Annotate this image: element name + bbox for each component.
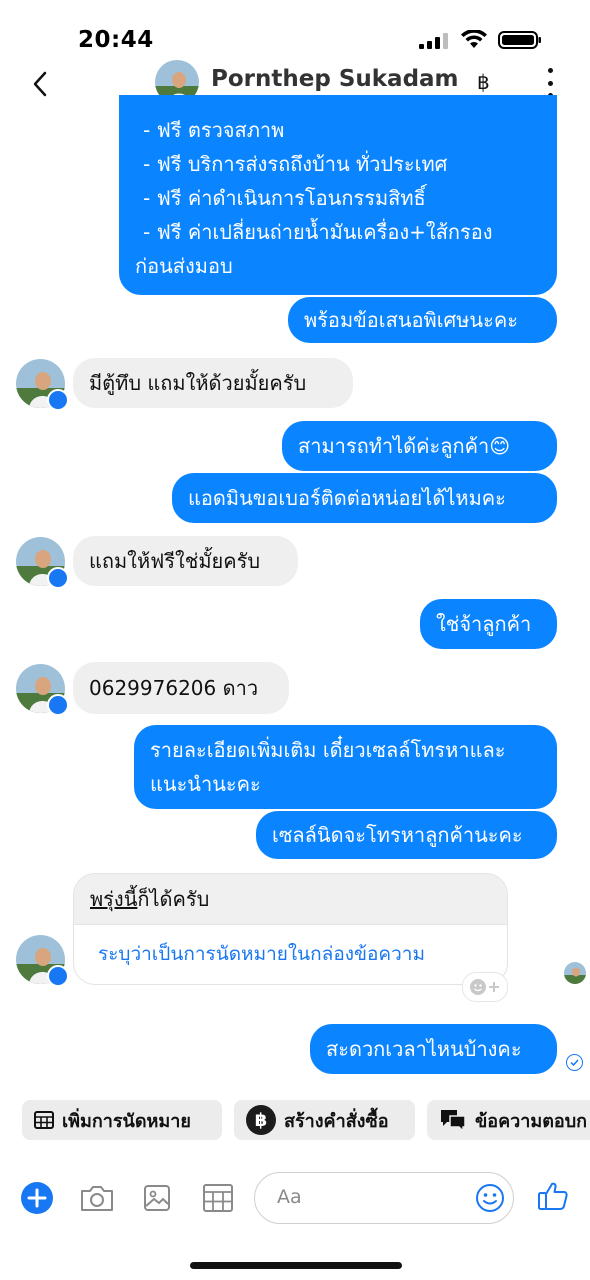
baht-icon[interactable]: ฿ (477, 70, 490, 94)
seen-avatar (564, 962, 586, 984)
message-bubble-outgoing[interactable]: เซลล์นิดจะโทรหาลูกค้านะคะ (256, 811, 557, 859)
message-bubble-incoming[interactable]: พรุ่งนี้ก็ได้ครับ (74, 874, 507, 924)
appointment-suggestion-card: พรุ่งนี้ก็ได้ครับ ระบุว่าเป็นการนัดหมายใ… (73, 873, 508, 985)
more-options-icon[interactable] (540, 68, 560, 98)
add-reaction-button[interactable] (462, 972, 508, 1002)
plus-button[interactable] (20, 1181, 54, 1215)
status-time: 20:44 (78, 27, 154, 53)
gallery-button[interactable] (140, 1181, 174, 1215)
messenger-badge-icon (47, 389, 69, 411)
message-bubble-incoming[interactable]: แถมให้ฟรีใช่มั้ยครับ (73, 536, 298, 586)
add-reaction-icon (470, 979, 499, 995)
message-bubble-outgoing[interactable]: - ฟรี ตรวจสภาพ - ฟรี บริการส่งรถถึงบ้าน … (119, 95, 557, 295)
message-bubble-incoming[interactable]: 0629976206 ดาว (73, 662, 289, 714)
chevron-left-icon (33, 71, 47, 97)
create-order-chip[interactable]: ฿ สร้างคำสั่งซื้อ (234, 1100, 415, 1140)
messenger-badge-icon (47, 567, 69, 589)
message-bubble-outgoing[interactable]: สะดวกเวลาไหนบ้างคะ (310, 1024, 557, 1074)
saved-replies-chip[interactable]: ข้อความตอบก (427, 1100, 590, 1140)
thumbs-up-icon (538, 1182, 568, 1210)
message-line: - ฟรี ค่าดำเนินการโอนกรรมสิทธิ์ (143, 186, 426, 210)
message-bubble-outgoing[interactable]: แอดมินขอเบอร์ติดต่อหน่อยได้ไหมคะ (172, 473, 557, 523)
calendar-icon (34, 1111, 54, 1129)
calendar-icon (203, 1184, 233, 1212)
add-appointment-chip[interactable]: เพิ่มการนัดหมาย (22, 1100, 222, 1140)
message-bubble-outgoing[interactable]: สามารถทำได้ค่ะลูกค้า😊 (282, 421, 557, 471)
message-bubble-outgoing[interactable]: รายละเอียดเพิ่มเติม เดี๋ยวเซลล์โทรหาและ … (134, 725, 557, 809)
message-input[interactable] (275, 1185, 459, 1209)
like-button[interactable] (536, 1179, 570, 1213)
cellular-signal-icon (419, 33, 448, 49)
message-bubble-incoming[interactable]: มีตู้ทึบ แถมให้ด้วยมั้ยครับ (73, 358, 353, 408)
message-compose-box[interactable] (254, 1172, 514, 1224)
image-icon (144, 1185, 170, 1211)
message-line: - ฟรี บริการส่งรถถึงบ้าน ทั่วประเทศ (143, 152, 448, 176)
calendar-button[interactable] (201, 1181, 235, 1215)
date-keyword[interactable]: พรุ่งนี้ (90, 887, 137, 911)
messenger-badge-icon (47, 965, 69, 987)
message-line: - ฟรี ตรวจสภาพ (143, 118, 285, 142)
home-indicator (190, 1262, 402, 1269)
message-bubble-outgoing[interactable]: พร้อมข้อเสนอพิเศษนะคะ (288, 297, 557, 343)
chip-label: สร้างคำสั่งซื้อ (284, 1110, 389, 1132)
camera-button[interactable] (80, 1181, 114, 1215)
message-line: - ฟรี ค่าเปลี่ยนถ่ายน้ำมันเครื่อง+ใส้กรอ… (143, 220, 493, 244)
chip-label: ข้อความตอบก (475, 1110, 588, 1132)
chip-label: เพิ่มการนัดหมาย (62, 1110, 191, 1132)
emoji-icon[interactable] (475, 1183, 505, 1213)
message-line: รายละเอียดเพิ่มเติม เดี๋ยวเซลล์โทรหาและ (150, 738, 506, 762)
contact-name[interactable]: Pornthep Sukadam (211, 66, 459, 92)
baht-circle-icon: ฿ (246, 1105, 276, 1135)
plus-icon (21, 1182, 53, 1214)
chat-bubbles-icon (439, 1108, 467, 1132)
message-text: ก็ได้ครับ (137, 887, 210, 911)
wifi-icon (461, 30, 487, 48)
message-line: แนะนำนะคะ (150, 772, 261, 796)
messenger-badge-icon (47, 694, 69, 716)
camera-icon (81, 1186, 113, 1211)
battery-icon (498, 31, 541, 49)
message-bubble-outgoing[interactable]: ใช่จ้าลูกค้า (420, 599, 557, 649)
sent-check-icon (566, 1054, 583, 1071)
mark-as-appointment-link[interactable]: ระบุว่าเป็นการนัดหมายในกล่องข้อความ (74, 924, 507, 984)
back-button[interactable] (22, 66, 58, 102)
message-line: ก่อนส่งมอบ (135, 254, 233, 278)
